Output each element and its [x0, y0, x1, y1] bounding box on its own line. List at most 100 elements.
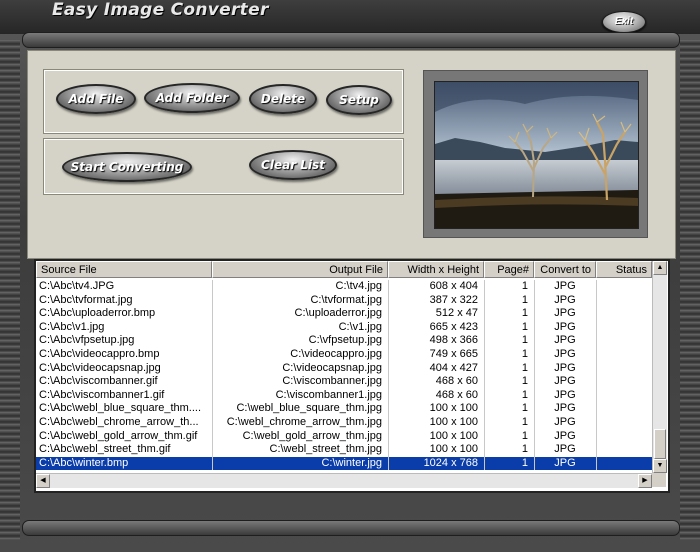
table-row[interactable]: C:\Abc\webl_chrome_arrow_th... C:\webl_ch… — [36, 416, 652, 430]
cell-dimensions: 1024 x 768 — [423, 456, 478, 469]
file-list[interactable]: Source File Output File Width x Height P… — [34, 259, 670, 493]
table-row[interactable]: C:\Abc\viscombanner1.gif C:\viscombanner1… — [36, 388, 652, 403]
table-row[interactable]: C:\Abc\webl_gold_arrow_thm.gif C:\webl_go… — [36, 429, 652, 444]
cell-output-file: C:\webl_chrome_arrow_thm.jpg — [226, 416, 382, 428]
setup-button[interactable]: Setup — [326, 85, 392, 115]
cell-status — [596, 389, 652, 403]
preview-image — [434, 81, 639, 229]
cell-source-file: C:\Abc\vfpsetup.jpg — [39, 334, 135, 347]
clear-list-button[interactable]: Clear List — [249, 150, 337, 180]
table-row[interactable]: C:\Abc\v1.jpg C:\v1.jpg 665 x 423 1 JPG — [36, 320, 652, 335]
cell-page: 1 — [521, 388, 528, 401]
cell-output-file: C:\webl_gold_arrow_thm.jpg — [242, 429, 382, 442]
cell-page: 1 — [521, 375, 528, 388]
table-row[interactable]: C:\Abc\videocappro.bmp C:\videocappro.jpg… — [36, 348, 652, 362]
vertical-scroll-thumb[interactable] — [654, 429, 666, 459]
column-header-page[interactable]: Page# — [484, 261, 534, 278]
cell-page: 1 — [521, 402, 528, 415]
cell-convert-to: JPG — [554, 320, 576, 333]
cell-output-file: C:\videocapsnap.jpg — [282, 361, 382, 374]
cell-source-file: C:\Abc\winter.bmp — [39, 456, 129, 469]
cell-source-file: C:\Abc\webl_blue_square_thm.... — [39, 402, 202, 415]
title-bar[interactable]: Easy Image Converter Exit — [0, 0, 700, 34]
cell-convert-to: JPG — [554, 361, 576, 374]
cell-status — [596, 457, 652, 471]
cell-source-file: C:\Abc\videocapsnap.jpg — [39, 361, 161, 374]
cell-page: 1 — [521, 320, 528, 333]
cell-source-file: C:\Abc\v1.jpg — [39, 320, 105, 333]
table-row[interactable]: C:\Abc\webl_blue_square_thm.... C:\webl_b… — [36, 402, 652, 416]
table-row[interactable]: C:\Abc\tv4.JPG C:\tv4.jpg 608 x 404 1 JPG — [36, 280, 652, 294]
cell-dimensions: 749 x 665 — [429, 348, 478, 360]
cell-status — [596, 334, 652, 348]
column-header-status[interactable]: Status — [596, 261, 652, 278]
cell-convert-to: JPG — [554, 375, 576, 388]
cell-output-file: C:\webl_blue_square_thm.jpg — [236, 402, 382, 415]
cell-convert-to: JPG — [554, 429, 576, 442]
cell-source-file: C:\Abc\viscombanner1.gif — [39, 388, 165, 401]
table-row[interactable]: C:\Abc\viscombanner.gif C:\viscombanner.j… — [36, 375, 652, 389]
column-header-convert-to[interactable]: Convert to — [534, 261, 596, 278]
cell-dimensions: 387 x 322 — [429, 293, 478, 306]
horizontal-scrollbar[interactable]: ◀ ▶ — [36, 473, 652, 488]
cell-status — [596, 294, 652, 308]
cell-dimensions: 608 x 404 — [429, 280, 478, 292]
cell-source-file: C:\Abc\tv4.JPG — [39, 280, 115, 292]
cell-page: 1 — [521, 293, 528, 306]
cell-dimensions: 468 x 60 — [435, 375, 478, 388]
column-header-output-file[interactable]: Output File — [212, 261, 388, 278]
scroll-down-arrow-icon[interactable]: ▼ — [653, 459, 667, 473]
cell-output-file: C:\tv4.jpg — [335, 280, 382, 292]
scroll-right-arrow-icon[interactable]: ▶ — [638, 474, 652, 488]
table-row-selected[interactable]: C:\Abc\winter.bmp C:\winter.jpg 1024 x 768… — [36, 456, 652, 471]
cell-source-file: C:\Abc\videocappro.bmp — [39, 348, 160, 360]
cell-source-file: C:\Abc\webl_gold_arrow_thm.gif — [39, 429, 198, 442]
cell-status — [596, 430, 652, 444]
cell-convert-to: JPG — [554, 348, 576, 360]
cell-dimensions: 100 x 100 — [429, 443, 478, 456]
cell-output-file: C:\uploaderror.jpg — [294, 307, 382, 320]
top-decorative-rail — [22, 32, 680, 48]
delete-button[interactable]: Delete — [249, 84, 317, 114]
cell-page: 1 — [521, 456, 528, 469]
cell-page: 1 — [521, 307, 528, 320]
cell-page: 1 — [521, 443, 528, 456]
cell-dimensions: 404 x 427 — [429, 361, 478, 374]
cell-output-file: C:\webl_street_thm.jpg — [269, 443, 383, 456]
cell-convert-to: JPG — [554, 280, 576, 292]
cell-dimensions: 100 x 100 — [429, 416, 478, 428]
vertical-scrollbar[interactable]: ▲ ▼ — [652, 261, 667, 473]
cell-status — [596, 375, 652, 389]
cell-convert-to: JPG — [554, 402, 576, 415]
cell-page: 1 — [521, 416, 528, 428]
table-row[interactable]: C:\Abc\tvformat.jpg C:\tvformat.jpg 387 x … — [36, 293, 652, 308]
cell-output-file: C:\viscombanner1.jpg — [275, 388, 382, 401]
cell-output-file: C:\videocappro.jpg — [290, 348, 382, 360]
bottom-decorative-rail — [22, 520, 680, 536]
cell-source-file: C:\Abc\uploaderror.bmp — [39, 307, 156, 320]
cell-dimensions: 498 x 366 — [429, 334, 478, 347]
scroll-left-arrow-icon[interactable]: ◀ — [36, 474, 50, 488]
table-row[interactable]: C:\Abc\videocapsnap.jpg C:\videocapsnap.j… — [36, 361, 652, 376]
cell-status — [596, 280, 652, 294]
cell-dimensions: 665 x 423 — [429, 320, 478, 333]
cell-output-file: C:\winter.jpg — [321, 456, 382, 469]
cell-convert-to: JPG — [554, 388, 576, 401]
scroll-up-arrow-icon[interactable]: ▲ — [653, 261, 667, 275]
app-window: Easy Image Converter Exit Add File Add F… — [0, 0, 700, 552]
cell-status — [596, 362, 652, 376]
cell-convert-to: JPG — [554, 293, 576, 306]
column-header-dimensions[interactable]: Width x Height — [388, 261, 484, 278]
table-row[interactable]: C:\Abc\vfpsetup.jpg C:\vfpsetup.jpg 498 x … — [36, 334, 652, 348]
start-converting-button[interactable]: Start Converting — [62, 152, 192, 182]
add-file-button[interactable]: Add File — [56, 84, 136, 114]
table-row[interactable]: C:\Abc\uploaderror.bmp C:\uploaderror.jpg… — [36, 307, 652, 321]
exit-button[interactable]: Exit — [602, 11, 646, 33]
cell-source-file: C:\Abc\webl_chrome_arrow_th... — [39, 416, 199, 428]
scrollbar-corner — [652, 473, 666, 487]
add-folder-button[interactable]: Add Folder — [144, 83, 240, 113]
column-header-source-file[interactable]: Source File — [36, 261, 212, 278]
cell-dimensions: 512 x 47 — [435, 307, 478, 320]
cell-page: 1 — [521, 361, 528, 374]
table-row[interactable]: C:\Abc\webl_street_thm.gif C:\webl_street… — [36, 443, 652, 457]
